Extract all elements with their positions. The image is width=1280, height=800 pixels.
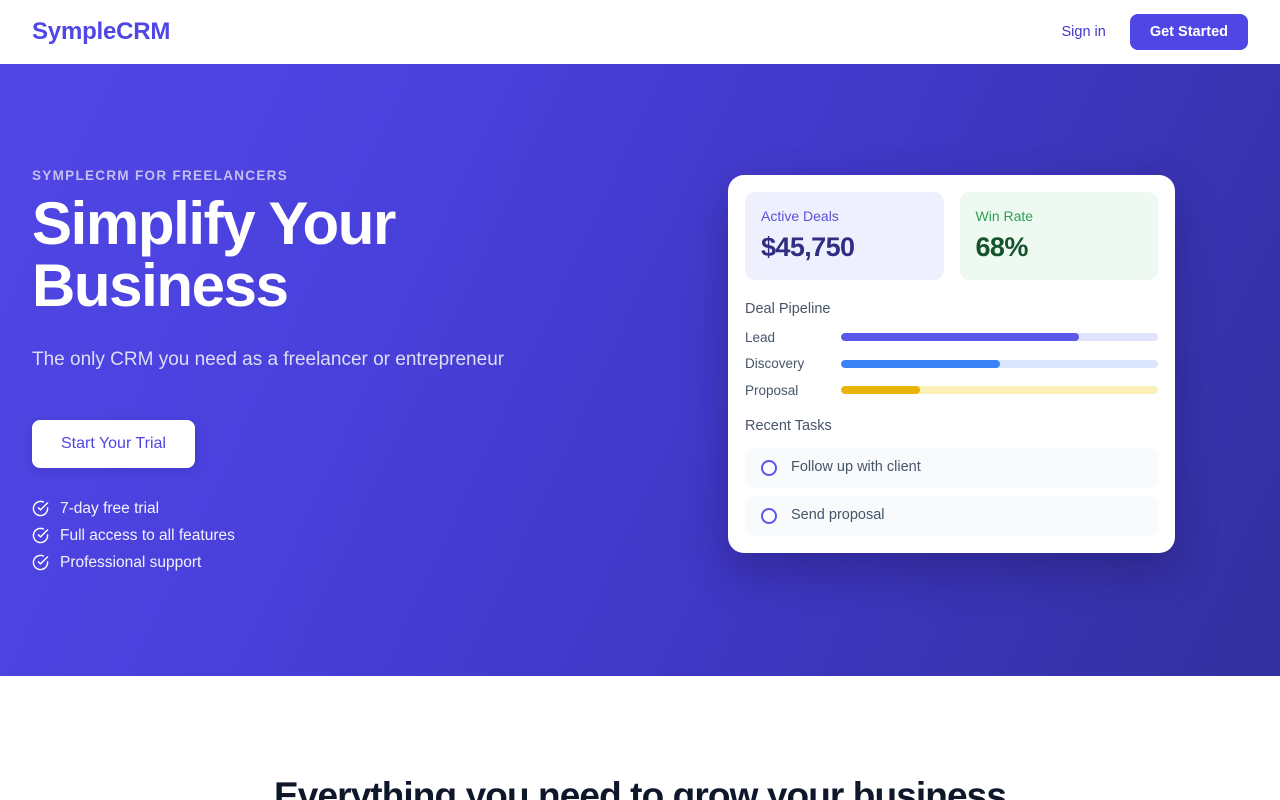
brand-logo[interactable]: SympleCRM: [32, 20, 170, 44]
stat-tile-win-rate: Win Rate 68%: [959, 192, 1158, 280]
site-header: SympleCRM Sign in Get Started: [0, 0, 1280, 64]
pipeline-track: [841, 333, 1158, 342]
pipeline-fill: [841, 359, 1000, 368]
benefit-label: Professional support: [60, 554, 202, 572]
pipeline-track: [841, 359, 1158, 368]
get-started-button[interactable]: Get Started: [1129, 13, 1248, 51]
start-trial-button[interactable]: Start Your Trial: [32, 420, 195, 469]
list-item: 7-day free trial: [32, 500, 652, 517]
hero-eyebrow: SYMPLECRM FOR FREELANCERS: [32, 168, 289, 183]
sign-in-link[interactable]: Sign in: [1061, 25, 1105, 40]
hero-benefit-list: 7-day free trial Full access to all feat…: [32, 500, 652, 571]
features-title: Everything you need to grow your busines…: [273, 775, 1007, 800]
dashboard-preview-card: Active Deals $45,750 Win Rate 68% Deal P…: [728, 175, 1175, 553]
hero-copy: SYMPLECRM FOR FREELANCERS Simplify Your …: [32, 168, 652, 571]
stat-value: $45,750: [761, 232, 855, 262]
task-row[interactable]: Send proposal: [745, 495, 1158, 536]
task-row[interactable]: Follow up with client: [745, 447, 1158, 488]
features-section: Everything you need to grow your busines…: [0, 676, 1280, 800]
pipeline-row-discovery: Discovery: [745, 357, 1158, 371]
pipeline-stage-label: Discovery: [745, 356, 805, 371]
stat-label: Win Rate: [975, 208, 1034, 224]
benefit-label: Full access to all features: [60, 527, 235, 545]
pipeline-row-lead: Lead: [745, 329, 1158, 345]
pipeline-fill: [841, 333, 1079, 342]
pipeline-stage-label: Proposal: [745, 382, 799, 398]
pipeline-track: [841, 386, 1158, 395]
list-item: Full access to all features: [32, 527, 652, 544]
task-label: Follow up with client: [791, 459, 921, 476]
check-circle-icon: [32, 527, 49, 544]
check-circle-icon: [32, 500, 49, 517]
stat-label: Active Deals: [761, 208, 839, 224]
hero-subtitle: The only CRM you need as a freelancer or…: [32, 348, 505, 370]
recent-tasks-title: Recent Tasks: [745, 418, 832, 434]
hero-inner: SYMPLECRM FOR FREELANCERS Simplify Your …: [0, 64, 1280, 676]
stat-tile-active-deals: Active Deals $45,750: [745, 192, 944, 280]
header-nav: Sign in Get Started: [1061, 13, 1248, 51]
task-label: Send proposal: [791, 507, 885, 524]
pipeline-stage-label: Lead: [745, 329, 776, 345]
circle-checkbox-icon[interactable]: [761, 459, 777, 476]
check-circle-icon: [32, 554, 49, 571]
list-item: Professional support: [32, 554, 652, 571]
circle-checkbox-icon[interactable]: [761, 507, 777, 524]
pipeline-fill: [841, 386, 921, 395]
deal-pipeline-title: Deal Pipeline: [745, 301, 831, 317]
hero-title: Simplify Your Business: [32, 190, 396, 320]
stat-value: 68%: [975, 232, 1029, 262]
hero-section: SYMPLECRM FOR FREELANCERS Simplify Your …: [0, 64, 1280, 676]
pipeline-row-proposal: Proposal: [745, 382, 1158, 398]
benefit-label: 7-day free trial: [60, 500, 160, 518]
stat-tiles: Active Deals $45,750 Win Rate 68%: [745, 192, 1158, 280]
